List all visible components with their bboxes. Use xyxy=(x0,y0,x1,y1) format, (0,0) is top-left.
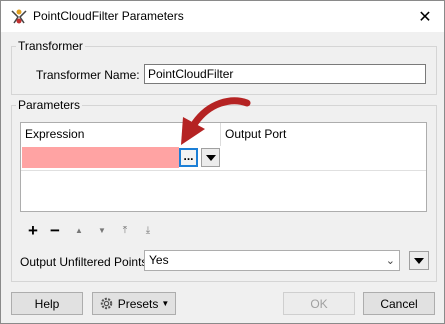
output-unfiltered-options-button[interactable] xyxy=(409,251,429,270)
close-button[interactable]: ✕ xyxy=(410,1,440,32)
presets-button[interactable]: Presets ▼ xyxy=(92,292,176,315)
caret-down-icon: ▼ xyxy=(161,299,170,308)
window-title: PointCloudFilter Parameters xyxy=(33,9,184,23)
transformer-group-legend: Transformer xyxy=(18,39,83,53)
transformer-name-input[interactable] xyxy=(144,64,426,84)
remove-row-button[interactable]: − xyxy=(46,222,64,239)
ok-button[interactable]: OK xyxy=(283,292,355,315)
output-unfiltered-select[interactable]: Yes ⌄ xyxy=(144,250,400,271)
output-unfiltered-value: Yes xyxy=(149,253,169,267)
row-divider xyxy=(21,170,426,171)
move-bottom-button[interactable]: ⤓ xyxy=(139,223,157,239)
help-button[interactable]: Help xyxy=(11,292,83,315)
add-row-button[interactable]: + xyxy=(24,222,42,239)
dialog-window: PointCloudFilter Parameters ✕ Transforme… xyxy=(0,0,445,324)
cancel-button[interactable]: Cancel xyxy=(363,292,435,315)
transformer-name-label: Transformer Name: xyxy=(36,68,140,82)
presets-label: Presets xyxy=(117,296,159,311)
expression-cell[interactable] xyxy=(22,147,179,168)
gear-icon xyxy=(100,297,112,310)
title-bar: PointCloudFilter Parameters ✕ xyxy=(1,1,444,32)
output-unfiltered-label: Output Unfiltered Points: xyxy=(20,255,151,269)
parameters-group-legend: Parameters xyxy=(18,98,81,112)
column-header-output-port[interactable]: Output Port xyxy=(221,123,426,146)
chevron-down-icon: ⌄ xyxy=(385,255,395,267)
move-up-button[interactable]: ▲ xyxy=(70,223,88,239)
fme-transformer-icon xyxy=(11,9,27,24)
move-top-button[interactable]: ⤒ xyxy=(116,223,134,239)
move-down-button[interactable]: ▼ xyxy=(93,223,111,239)
annotation-arrow-icon xyxy=(181,97,251,145)
